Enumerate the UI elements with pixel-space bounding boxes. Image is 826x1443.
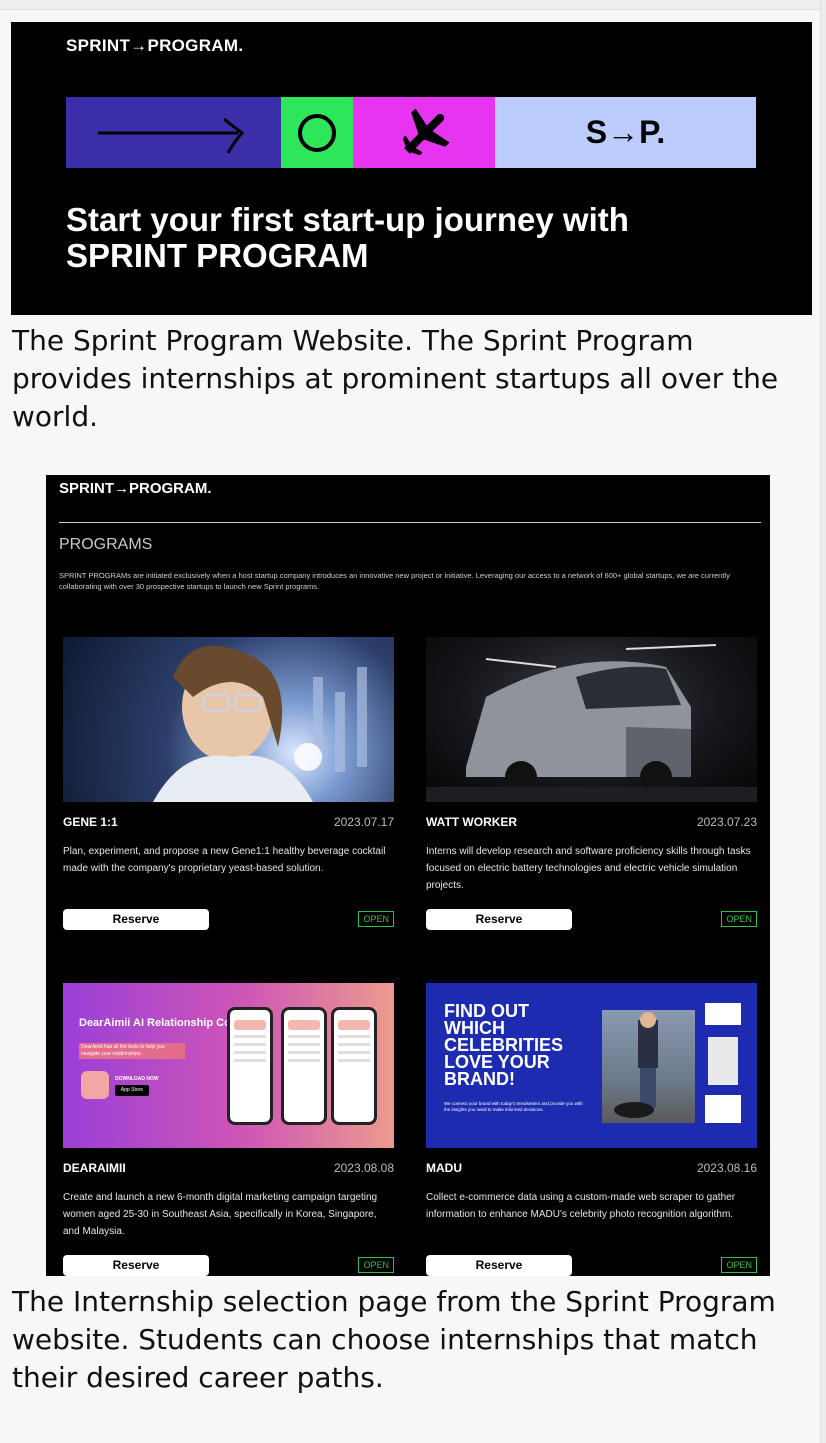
arrow-right-icon xyxy=(98,117,245,154)
product-sunglasses xyxy=(705,1003,741,1025)
program-name: DEARAIMII xyxy=(63,1161,126,1175)
madu-headline: FIND OUT WHICH CELEBRITIES LOVE YOUR BRA… xyxy=(444,1001,564,1089)
caption-internship-page: The Internship selection page from the S… xyxy=(12,1285,776,1394)
sprint-banner: SPRINT→PROGRAM. S→P. Start your first st… xyxy=(11,22,812,315)
app-store-badge: App Store xyxy=(115,1085,149,1096)
scrollbar[interactable] xyxy=(820,0,826,1443)
reserve-button[interactable]: Reserve xyxy=(63,1255,209,1276)
program-date: 2023.07.23 xyxy=(696,815,757,829)
reserve-button[interactable]: Reserve xyxy=(426,909,572,930)
download-now-label: DOWNLOAD NOW xyxy=(115,1076,159,1082)
banner-logo: SPRINT→PROGRAM. xyxy=(66,36,244,55)
program-image-lab xyxy=(63,637,394,802)
phone-mockup xyxy=(227,1007,273,1125)
airplane-stripe xyxy=(353,97,495,168)
program-image-madu: FIND OUT WHICH CELEBRITIES LOVE YOUR BRA… xyxy=(426,983,757,1148)
programs-title: PROGRAMS xyxy=(59,536,153,553)
sp-badge-stripe: S→P. xyxy=(495,97,756,168)
product-sneakers xyxy=(705,1095,741,1123)
program-description: Create and launch a new 6-month digital … xyxy=(63,1192,378,1237)
phone-mockup xyxy=(281,1007,327,1125)
sp-badge: S→P. xyxy=(585,114,666,150)
caption-website: The Sprint Program Website. The Sprint P… xyxy=(12,324,779,433)
program-name: GENE 1:1 xyxy=(63,815,118,829)
top-border xyxy=(0,0,826,10)
program-date: 2023.08.08 xyxy=(333,1161,394,1175)
phone-mockup xyxy=(331,1007,377,1125)
dearaimii-tagline: DearAimii has all the tools to help you … xyxy=(79,1043,185,1059)
program-image-truck xyxy=(426,637,757,802)
program-name: MADU xyxy=(426,1161,462,1175)
program-date: 2023.07.17 xyxy=(333,815,394,829)
program-description: Plan, experiment, and propose a new Gene… xyxy=(63,846,386,874)
reserve-button[interactable]: Reserve xyxy=(63,909,209,930)
program-image-dearaimii: DearAimii AI Relationship Coach DearAimi… xyxy=(63,983,394,1148)
programs-page-screenshot: SPRINT→PROGRAM. PROGRAMS SPRINT PROGRAMs… xyxy=(46,475,770,1276)
status-badge: OPEN xyxy=(358,911,394,927)
program-name: WATT WORKER xyxy=(426,815,518,829)
status-badge: OPEN xyxy=(721,1257,757,1273)
circle-stripe xyxy=(281,97,353,168)
program-date: 2023.08.16 xyxy=(696,1161,757,1175)
program-description: Collect e-commerce data using a custom-m… xyxy=(426,1192,736,1220)
arrow-stripe xyxy=(66,97,281,168)
madu-tagline: We connect your brand with today's trend… xyxy=(444,1101,583,1112)
status-badge: OPEN xyxy=(358,1257,394,1273)
dearaimii-title: DearAimii AI Relationship Coach xyxy=(79,1017,250,1029)
reserve-button[interactable]: Reserve xyxy=(426,1255,572,1276)
status-badge: OPEN xyxy=(721,911,757,927)
programs-logo[interactable]: SPRINT→PROGRAM. xyxy=(59,480,212,497)
heart-app-icon xyxy=(81,1071,109,1099)
programs-description: SPRINT PROGRAMs are initiated exclusivel… xyxy=(59,571,730,591)
airplane-icon xyxy=(402,108,450,156)
product-jacket xyxy=(708,1037,738,1085)
circle-icon xyxy=(298,114,336,152)
program-description: Interns will develop research and softwa… xyxy=(426,846,751,891)
celebrity-photo xyxy=(602,1010,695,1123)
banner-headline: Start your first start-up journey with S… xyxy=(66,201,629,274)
header-divider xyxy=(59,522,761,523)
